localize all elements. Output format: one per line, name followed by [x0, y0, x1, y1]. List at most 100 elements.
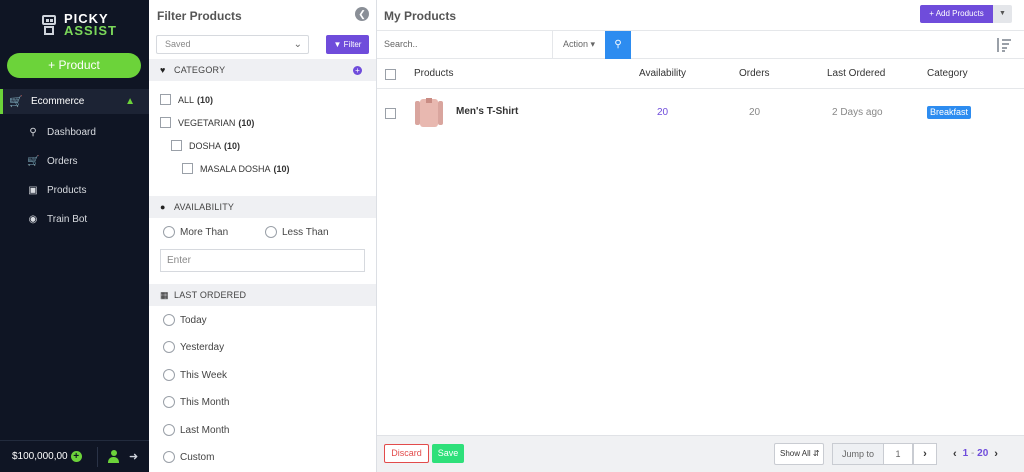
select-all-checkbox[interactable] [385, 69, 396, 80]
radio[interactable] [265, 226, 277, 238]
filter-panel: Filter Products ❮ Saved ⌄ ▼ Filter ♥ CAT… [149, 0, 377, 472]
jump-go-button[interactable]: › [913, 443, 937, 465]
category-count: (10) [238, 117, 255, 128]
checkbox[interactable] [171, 140, 182, 151]
availability-section-header[interactable]: ● AVAILABILITY [149, 196, 376, 218]
radio[interactable] [163, 369, 175, 381]
briefcase-icon: ▣ [28, 185, 38, 196]
last-ordered-option-today[interactable]: Today [163, 314, 207, 326]
search-icon: ⚲ [614, 39, 622, 50]
saved-filters-select[interactable]: Saved ⌄ [156, 35, 309, 54]
table-toolbar: Search.. Action ▾ ⚲ [377, 30, 1024, 59]
radio-label: Last Month [180, 424, 230, 436]
availability-heading: AVAILABILITY [174, 202, 235, 212]
sidebar-item-products[interactable]: ▣ Products [27, 185, 86, 196]
column-header-last-ordered[interactable]: Last Ordered [827, 68, 885, 79]
last-ordered-option-this-month[interactable]: This Month [163, 396, 229, 408]
sidebar-item-label: Dashboard [47, 127, 96, 138]
search-input[interactable]: Search.. [384, 31, 549, 58]
product-orders: 20 [749, 107, 761, 118]
sidebar-item-dashboard[interactable]: ⚲ Dashboard [27, 127, 96, 138]
add-products-label: Add Products [935, 9, 984, 18]
radio-label: This Week [180, 369, 228, 381]
search-button[interactable]: ⚲ [605, 31, 631, 59]
last-ordered-heading: LAST ORDERED [174, 290, 247, 300]
next-page-icon[interactable]: › [994, 443, 998, 465]
checkbox[interactable] [160, 117, 171, 128]
radio[interactable] [163, 396, 175, 408]
action-label: Action [562, 39, 588, 49]
divider [377, 88, 1024, 89]
android-icon: ◉ [28, 214, 38, 225]
jump-to-input[interactable]: 1 [884, 443, 913, 465]
radio[interactable] [163, 451, 175, 463]
discard-button[interactable]: Discard [384, 444, 429, 463]
column-header-category[interactable]: Category [927, 68, 968, 79]
last-ordered-option-yesterday[interactable]: Yesterday [163, 341, 224, 353]
category-label: MASALA DOSHA [200, 163, 271, 174]
radio-label: Custom [180, 451, 215, 463]
radio[interactable] [163, 314, 175, 326]
action-dropdown[interactable]: Action ▾ [552, 31, 605, 58]
add-products-dropdown-icon[interactable]: ▼ [993, 5, 1012, 23]
last-ordered-section-header[interactable]: ▦ LAST ORDERED [149, 284, 376, 306]
sidebar-item-ecommerce[interactable]: 🛒 Ecommerce ▲ [0, 89, 149, 114]
radio[interactable] [163, 424, 175, 436]
last-ordered-option-this-week[interactable]: This Week [163, 369, 227, 381]
logout-icon[interactable]: ➜ [129, 450, 138, 463]
saved-filters-value: Saved [165, 39, 191, 49]
availability-input[interactable]: Enter [160, 249, 365, 272]
sidebar-item-label: Orders [47, 156, 78, 167]
row-checkbox[interactable] [385, 108, 396, 119]
column-header-products[interactable]: Products [414, 68, 453, 79]
category-label: VEGETARIAN [178, 117, 236, 128]
prev-page-icon[interactable]: ‹ [953, 443, 957, 465]
checkbox[interactable] [160, 94, 171, 105]
collapse-panel-icon[interactable]: ❮ [355, 7, 369, 21]
radio[interactable] [163, 341, 175, 353]
category-option-dosha[interactable]: DOSHA (10) [171, 140, 240, 151]
page-size-select[interactable]: Show All ⇵ [774, 443, 824, 465]
user-icon[interactable] [108, 450, 119, 463]
radio[interactable] [163, 226, 175, 238]
column-header-orders[interactable]: Orders [739, 68, 770, 79]
category-badge: Breakfast [927, 106, 972, 119]
last-ordered-option-custom[interactable]: Custom [163, 451, 214, 463]
last-ordered-option-last-month[interactable]: Last Month [163, 424, 229, 436]
sidebar-item-orders[interactable]: 🛒 Orders [27, 156, 78, 167]
product-name[interactable]: Men's T-Shirt [456, 106, 518, 117]
chevron-up-icon: ▲ [125, 96, 135, 107]
category-label: ALL [178, 94, 195, 105]
sort-icon[interactable] [997, 38, 1011, 52]
category-label: DOSHA [189, 140, 222, 151]
checkbox[interactable] [182, 163, 193, 174]
cart-icon: 🛒 [9, 96, 23, 108]
add-category-icon[interactable]: + [353, 65, 362, 75]
availability-option-less-than[interactable]: Less Than [265, 226, 329, 238]
search-icon: ⚲ [29, 127, 37, 138]
category-section-header[interactable]: ♥ CATEGORY + [149, 59, 376, 81]
radio-label: Today [180, 314, 207, 326]
add-funds-icon[interactable]: + [70, 451, 82, 462]
filter-button-label: Filter [343, 40, 362, 49]
column-header-availability[interactable]: Availability [639, 68, 686, 79]
radio-label: Yesterday [180, 341, 225, 353]
availability-option-more-than[interactable]: More Than [163, 226, 228, 238]
logo[interactable]: PICKY ASSIST [40, 12, 117, 38]
product-thumbnail[interactable] [414, 97, 446, 131]
bottom-bar: Discard Save Show All ⇵ Jump to 1 › ‹ 1 … [377, 435, 1024, 472]
category-option-all[interactable]: ALL (10) [160, 94, 213, 105]
heart-icon: ♥ [160, 65, 166, 75]
category-option-masala-dosha[interactable]: MASALA DOSHA (10) [182, 163, 290, 174]
save-button[interactable]: Save [432, 444, 464, 463]
category-option-vegetarian[interactable]: VEGETARIAN (10) [160, 117, 254, 128]
filter-button[interactable]: ▼ Filter [326, 35, 369, 54]
add-product-button[interactable]: + Product [7, 53, 141, 78]
pagination: ‹ 1 - 20 › [953, 443, 998, 465]
product-availability[interactable]: 20 [657, 107, 668, 118]
calendar-icon: ▦ [160, 289, 169, 300]
sidebar-item-label: Ecommerce [31, 96, 85, 107]
main-content: My Products + Add Products ▼ Search.. Ac… [377, 0, 1024, 472]
sidebar-item-train-bot[interactable]: ◉ Train Bot [27, 214, 88, 225]
add-products-button[interactable]: + Add Products [920, 5, 993, 23]
